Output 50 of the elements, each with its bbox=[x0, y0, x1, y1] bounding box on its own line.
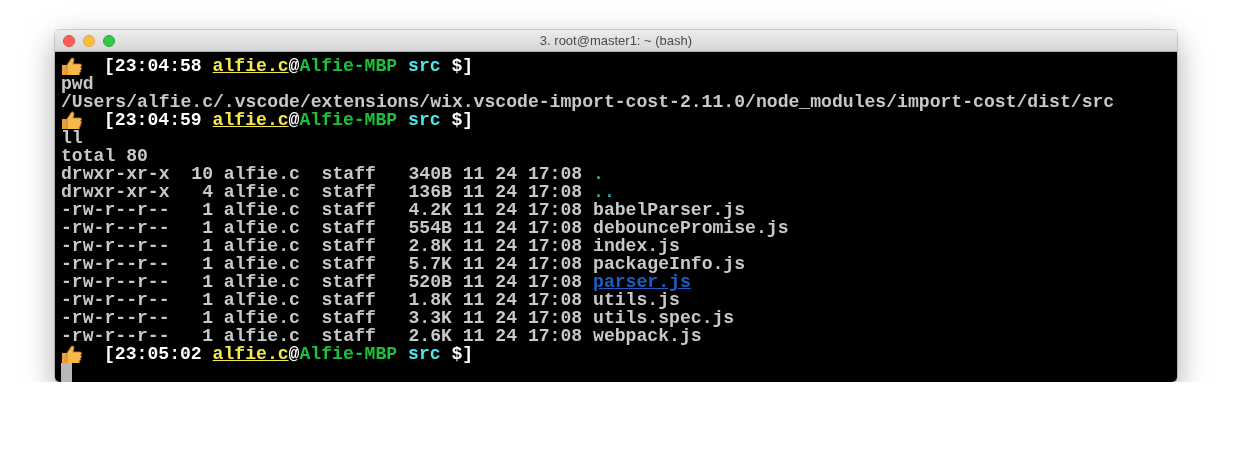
window-title: 3. root@master1: ~ (bash) bbox=[539, 33, 693, 48]
file-name: . bbox=[593, 165, 604, 183]
prompt-directory: src bbox=[408, 345, 441, 363]
close-button[interactable] bbox=[63, 34, 75, 47]
file-name: utils.js bbox=[593, 291, 680, 309]
thumbs-up-icon bbox=[61, 57, 83, 75]
prompt-text: $] bbox=[451, 345, 474, 363]
prompt-host: Alfie-MBP bbox=[299, 111, 398, 129]
file-info: -rw-r--r-- 1 alfie.c staff 554B 11 24 17:08 bbox=[61, 219, 583, 237]
prompt-text: @ bbox=[288, 57, 300, 75]
prompt-text: $] bbox=[451, 111, 474, 129]
file-info: drwxr-xr-x 4 alfie.c staff 136B 11 24 17:08 bbox=[61, 183, 583, 201]
prompt-user: alfie.c bbox=[212, 57, 289, 75]
prompt-text: [23:04:59 bbox=[104, 111, 202, 129]
file-info: -rw-r--r-- 1 alfie.c staff 4.2K 11 24 17:08 bbox=[61, 201, 583, 219]
output-line: pwd bbox=[61, 75, 94, 93]
file-name: index.js bbox=[593, 237, 680, 255]
prompt-host: Alfie-MBP bbox=[299, 345, 398, 363]
minimize-button[interactable] bbox=[83, 34, 95, 47]
file-info: -rw-r--r-- 1 alfie.c staff 2.6K 11 24 17:08 bbox=[61, 327, 583, 345]
prompt-text: [23:05:02 bbox=[104, 345, 202, 363]
file-info: -rw-r--r-- 1 alfie.c staff 2.8K 11 24 17:08 bbox=[61, 237, 583, 255]
prompt-directory: src bbox=[408, 111, 441, 129]
file-info: drwxr-xr-x 10 alfie.c staff 340B 11 24 17:08 bbox=[61, 165, 583, 183]
file-info: -rw-r--r-- 1 alfie.c staff 5.7K 11 24 17:08 bbox=[61, 255, 583, 273]
prompt-text: @ bbox=[288, 111, 300, 129]
prompt-text: [23:04:58 bbox=[104, 57, 202, 75]
prompt-host: Alfie-MBP bbox=[299, 57, 398, 75]
text-cursor bbox=[61, 362, 72, 382]
prompt-user: alfie.c bbox=[212, 345, 289, 363]
file-name: webpack.js bbox=[593, 327, 702, 345]
thumbs-up-icon bbox=[61, 111, 83, 129]
zoom-button[interactable] bbox=[103, 34, 115, 47]
output-line: ll bbox=[61, 129, 83, 147]
output-line: /Users/alfie.c/.vscode/extensions/wix.vscode-import-cost-2.11.0/node_modules/import-cost/dist/src bbox=[61, 93, 1115, 111]
file-name: packageInfo.js bbox=[593, 255, 746, 273]
file-name: babelParser.js bbox=[593, 201, 746, 219]
file-name: debouncePromise.js bbox=[593, 219, 789, 237]
thumbs-up-icon bbox=[61, 345, 83, 363]
file-name: .. bbox=[593, 183, 615, 201]
output-line: total 80 bbox=[61, 147, 148, 165]
file-info: -rw-r--r-- 1 alfie.c staff 3.3K 11 24 17:08 bbox=[61, 309, 583, 327]
file-name: parser.js bbox=[593, 273, 691, 291]
prompt-text: $] bbox=[451, 57, 474, 75]
prompt-text: @ bbox=[288, 345, 300, 363]
prompt-user: alfie.c bbox=[212, 111, 289, 129]
file-name: utils.spec.js bbox=[593, 309, 735, 327]
prompt-directory: src bbox=[408, 57, 441, 75]
file-info: -rw-r--r-- 1 alfie.c staff 1.8K 11 24 17:08 bbox=[61, 291, 583, 309]
file-info: -rw-r--r-- 1 alfie.c staff 520B 11 24 17:08 bbox=[61, 273, 583, 291]
